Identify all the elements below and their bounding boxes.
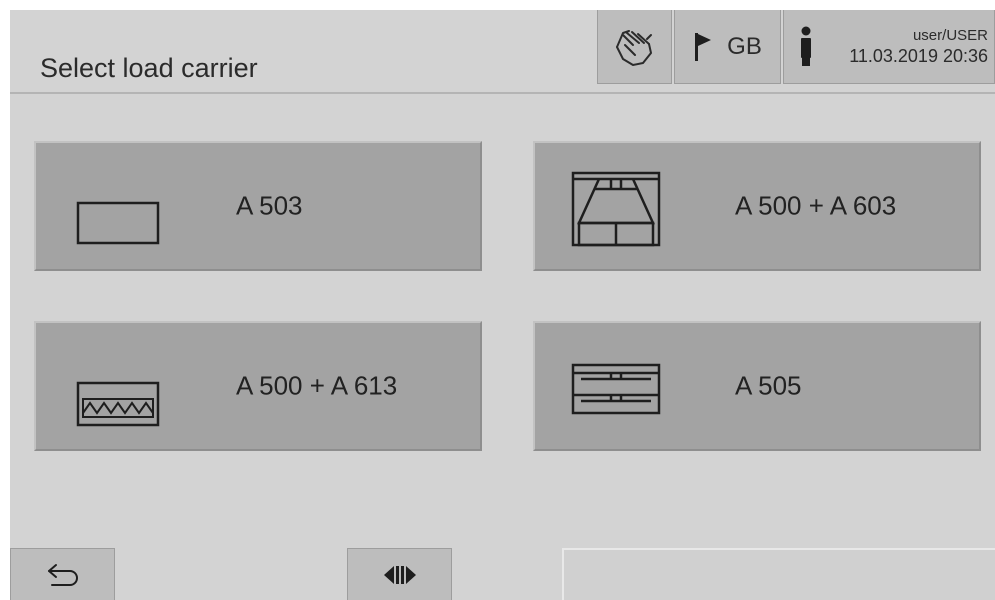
user-block: user/USER 11.03.2019 20:36 bbox=[849, 10, 988, 84]
carrier-tile-a500-a603[interactable]: A 500 + A 603 bbox=[533, 141, 981, 271]
footer-bar bbox=[562, 548, 995, 600]
back-button[interactable] bbox=[10, 548, 115, 600]
header: Select load carrier GB user/USER 11.03.2… bbox=[10, 10, 995, 92]
language-button[interactable]: GB bbox=[674, 10, 781, 84]
carrier-label: A 503 bbox=[236, 190, 303, 221]
rectangle-carrier-icon bbox=[76, 201, 160, 245]
hand-touch-icon bbox=[615, 29, 652, 66]
header-divider bbox=[10, 92, 995, 94]
trapezoid-carrier-icon bbox=[571, 171, 661, 247]
carrier-tile-a505[interactable]: A 505 bbox=[533, 321, 981, 451]
carrier-label: A 500 + A 603 bbox=[735, 190, 897, 221]
user-name: user/USER bbox=[912, 27, 988, 44]
carrier-tile-a500-a613[interactable]: A 500 + A 613 bbox=[34, 321, 482, 451]
play-pause-toggle-button[interactable] bbox=[347, 548, 452, 600]
carrier-label: A 500 + A 613 bbox=[236, 370, 398, 401]
play-pause-toggle-icon bbox=[383, 565, 416, 584]
page-title: Select load carrier bbox=[40, 53, 258, 83]
carrier-tile-a503[interactable]: A 503 bbox=[34, 141, 482, 271]
flag-icon bbox=[695, 32, 712, 61]
user-info-button[interactable]: user/USER 11.03.2019 20:36 bbox=[783, 10, 995, 84]
hand-button[interactable] bbox=[597, 10, 672, 84]
datetime: 11.03.2019 20:36 bbox=[849, 46, 988, 66]
person-info-icon bbox=[801, 26, 811, 66]
carrier-label: A 505 bbox=[735, 370, 802, 401]
back-arrow-icon bbox=[47, 563, 78, 586]
zigzag-carrier-icon bbox=[76, 381, 160, 427]
screen: Select load carrier GB user/USER 11.03.2… bbox=[10, 10, 995, 600]
two-level-carrier-icon bbox=[571, 363, 661, 415]
language-label: GB bbox=[727, 32, 762, 60]
